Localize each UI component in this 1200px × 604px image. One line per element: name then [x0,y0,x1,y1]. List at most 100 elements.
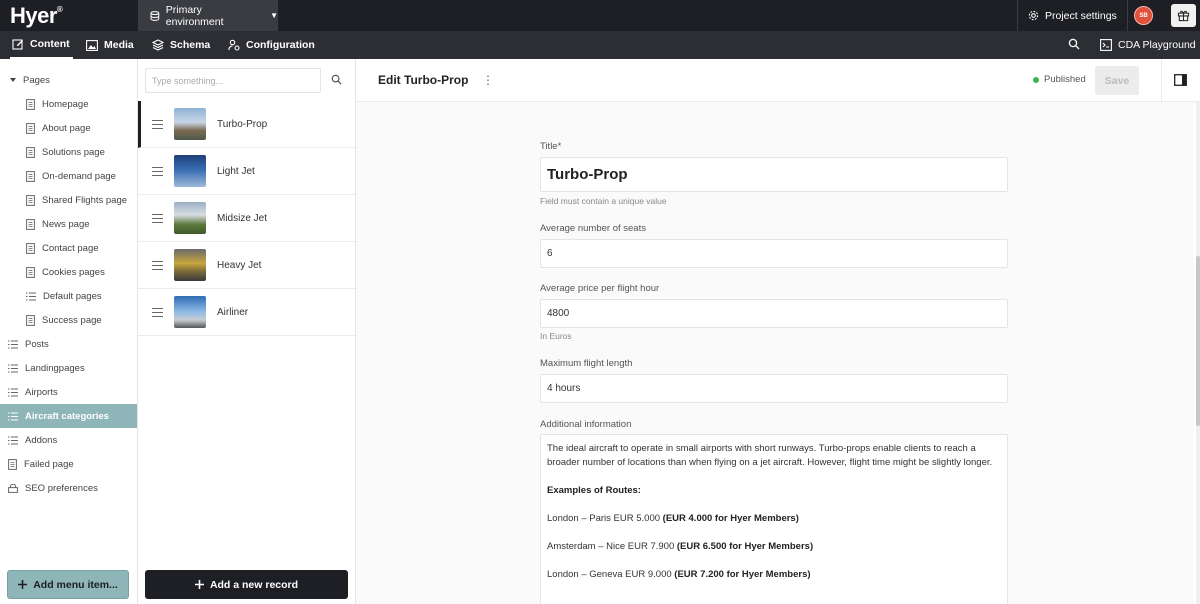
image-icon [86,39,98,51]
tab-media[interactable]: Media [86,31,134,59]
environment-label: Primary environment [165,3,224,28]
route-line: London – Paris EUR 5.000 (EUR 4.000 for … [547,513,799,524]
environment-switcher[interactable]: Primary environment ▼ [138,0,278,31]
avatar[interactable]: SB [1134,6,1153,25]
search-icon[interactable] [331,74,342,88]
document-icon [26,314,35,326]
sidebar-item-about-page[interactable]: About page [0,116,137,140]
drag-handle-icon[interactable] [152,260,163,270]
additional-info-field[interactable]: The ideal aircraft to operate in small a… [540,434,1008,604]
seats-label: Average number of seats [540,223,646,234]
tab-schema[interactable]: Schema [152,31,210,59]
sidebar-item-label: Aircraft categories [25,410,109,422]
list-item[interactable]: Turbo-Prop [138,101,355,148]
gift-button[interactable] [1171,4,1196,27]
sidebar-toggle-icon[interactable] [1174,74,1187,89]
plus-icon [18,580,28,589]
chevron-down-icon: ▼ [270,11,278,20]
project-settings-label: Project settings [1045,9,1117,22]
status-badge: Published [1033,74,1086,85]
add-new-record-button[interactable]: Add a new record [145,570,348,599]
document-icon [26,194,35,206]
record-label: Airliner [217,306,249,318]
sidebar-item-aircraft-categories[interactable]: Aircraft categories [0,404,137,428]
add-menu-item-button[interactable]: Add menu item... [7,570,129,599]
document-icon [26,122,35,134]
document-icon [26,98,35,110]
record-thumbnail [174,108,206,140]
route-line: London – Geneva EUR 9.000 (EUR 7.200 for… [547,569,811,580]
gift-icon [1177,10,1190,22]
sidebar-item-label: About page [42,122,91,134]
sidebar-item-pages[interactable]: Pages [0,68,137,92]
sidebar-item-addons[interactable]: Addons [0,428,137,452]
title-hint: Field must contain a unique value [540,196,667,206]
title-label: Title* [540,141,562,152]
price-hint: In Euros [540,331,572,341]
scrollbar-thumb[interactable] [1196,256,1200,426]
drag-handle-icon[interactable] [152,213,163,223]
sidebar: SEO preferences Failed page Addons Aircraft… [0,59,138,604]
sidebar-item-cookies-pages[interactable]: Cookies pages [0,260,137,284]
list-item[interactable]: Light Jet [138,148,355,195]
list-item[interactable]: Airliner [138,289,355,336]
sidebar-item-label: Failed page [24,458,74,470]
sidebar-item-label: Default pages [43,290,102,302]
expand-triangle-icon[interactable] [10,77,16,83]
list-icon [8,339,18,349]
sidebar-item-homepage[interactable]: Homepage [0,92,137,116]
sidebar-item-label: Pages [23,74,50,86]
price-label: Average price per flight hour [540,283,660,294]
tab-configuration[interactable]: Configuration [228,31,315,59]
main-nav: Content Media Schema Configuration CDA P… [0,31,1200,59]
sidebar-item-on-demand-page[interactable]: On-demand page [0,164,137,188]
sidebar-item-seo-preferences[interactable]: SEO preferences [0,476,137,500]
record-thumbnail [174,296,206,328]
gear-icon [1028,10,1039,21]
length-label: Maximum flight length [540,358,633,369]
user-cog-icon [228,39,240,51]
drag-handle-icon[interactable] [152,166,163,176]
project-settings-button[interactable]: Project settings [1017,0,1128,31]
sidebar-item-news-page[interactable]: News page [0,212,137,236]
record-thumbnail [174,202,206,234]
records-list: Type something... Add a new record Turbo… [138,59,356,604]
sidebar-item-failed-page[interactable]: Failed page [0,452,137,476]
document-icon [26,146,35,158]
document-icon [26,218,35,230]
sidebar-item-airports[interactable]: Airports [0,380,137,404]
list-icon [8,387,18,397]
records-search-input[interactable]: Type something... [145,68,321,93]
sidebar-item-posts[interactable]: Posts [0,332,137,356]
length-field[interactable]: 4 hours [540,374,1008,403]
divider [1161,59,1162,102]
price-field[interactable]: 4800 [540,299,1008,328]
save-button[interactable]: Save [1095,66,1139,95]
edit-icon [12,39,23,50]
tab-content[interactable]: Content [10,31,73,59]
list-item[interactable]: Midsize Jet [138,195,355,242]
app-logo[interactable]: Hyer® [10,3,63,29]
sidebar-item-default-pages[interactable]: Default pages [0,284,137,308]
database-icon [150,10,160,21]
route-line: Amsterdam – Nice EUR 7.900 (EUR 6.500 fo… [547,541,814,552]
title-field[interactable]: Turbo-Prop [540,157,1008,192]
sidebar-item-label: Success page [42,314,102,326]
record-label: Turbo-Prop [217,118,268,130]
page-title: Edit Turbo-Prop [378,73,469,87]
sidebar-item-success-page[interactable]: Success page [0,308,137,332]
more-options-icon[interactable]: ⋮ [482,73,494,87]
search-icon[interactable] [1068,38,1080,53]
cda-playground-button[interactable]: CDA Playground [1100,31,1196,59]
record-thumbnail [174,249,206,281]
drag-handle-icon[interactable] [152,307,163,317]
sidebar-item-label: Landingpages [25,362,85,374]
sidebar-item-shared-flights-page[interactable]: Shared Flights page [0,188,137,212]
record-label: Heavy Jet [217,259,262,271]
seats-field[interactable]: 6 [540,239,1008,268]
drag-handle-icon[interactable] [152,119,163,129]
sidebar-item-contact-page[interactable]: Contact page [0,236,137,260]
list-item[interactable]: Heavy Jet [138,242,355,289]
sidebar-item-landingpages[interactable]: Landingpages [0,356,137,380]
sidebar-item-solutions-page[interactable]: Solutions page [0,140,137,164]
